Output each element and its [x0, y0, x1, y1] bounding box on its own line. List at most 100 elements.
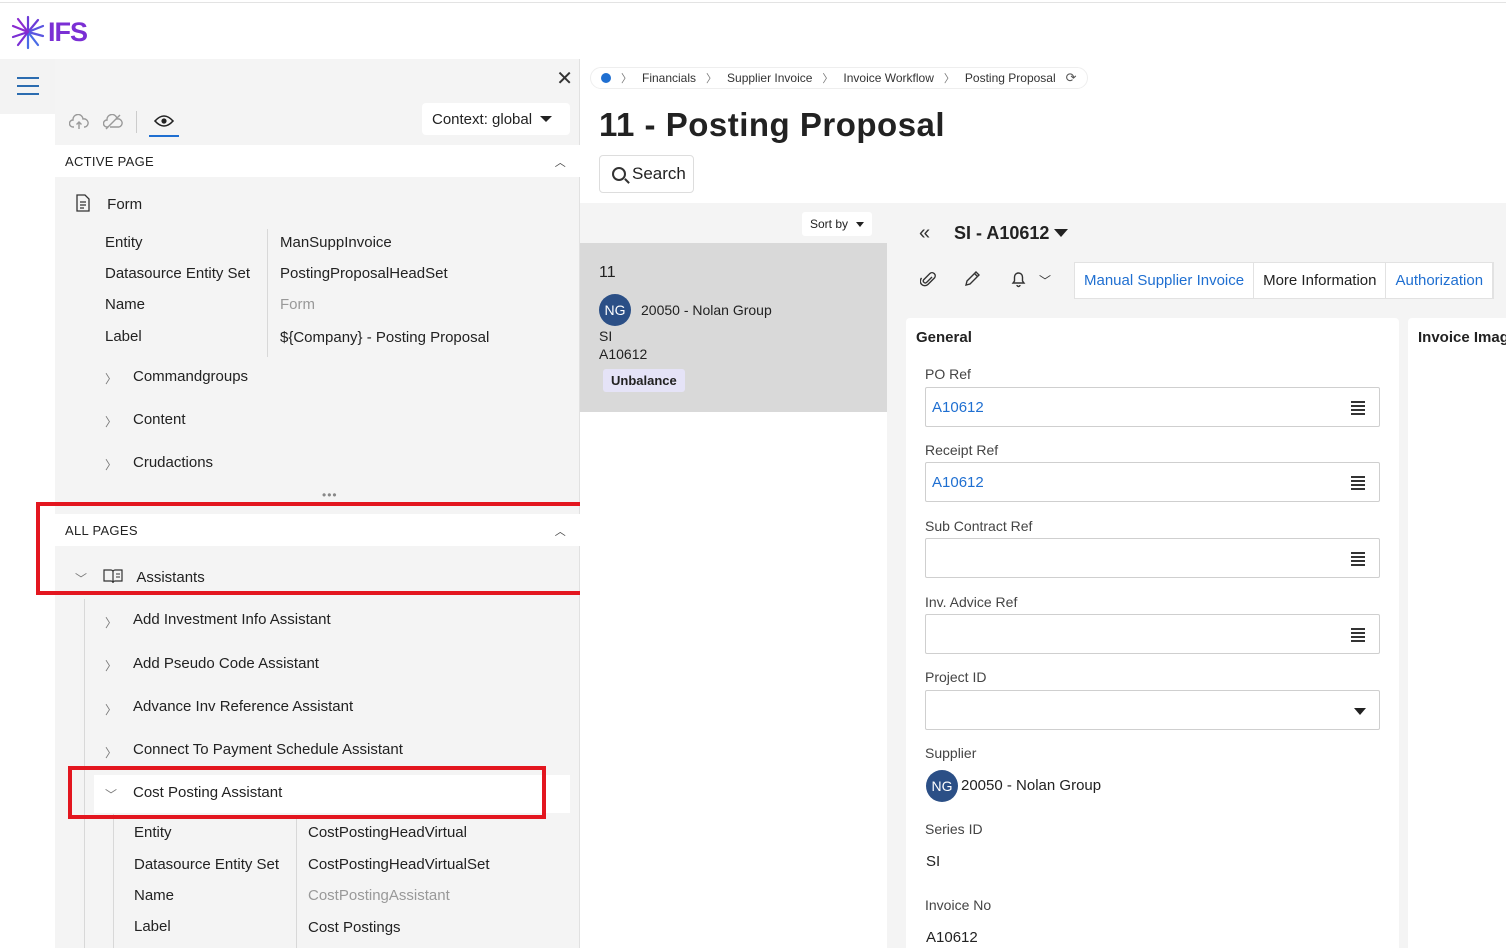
all-pages-header[interactable]: ALL PAGES ︿ [55, 514, 580, 546]
tab-bar: Manual Supplier Invoice More Information… [1074, 262, 1495, 299]
search-label: Search [632, 164, 686, 183]
assistants-label: Assistants [136, 568, 205, 586]
project-id-select[interactable] [925, 690, 1380, 730]
chevron-right-icon[interactable]: 〉 [105, 744, 117, 761]
tree-item-commandgroups[interactable]: Commandgroups [133, 368, 248, 385]
resize-handle-icon[interactable]: ••• [322, 488, 338, 502]
chevron-right-icon: 〉 [706, 73, 718, 85]
list-icon[interactable] [1351, 476, 1365, 492]
form-node[interactable]: Form [75, 194, 142, 216]
sub-contract-ref-field[interactable] [925, 538, 1380, 578]
context-dropdown[interactable]: Context: global [422, 103, 570, 135]
chevron-right-icon[interactable]: 〉 [105, 456, 117, 473]
invoice-no-label: Invoice No [925, 897, 992, 913]
hamburger-menu-icon[interactable] [17, 77, 39, 95]
tree-item-assistant[interactable]: Connect To Payment Schedule Assistant [133, 741, 403, 758]
card-invoice: A10612 [599, 346, 648, 362]
ifs-logo[interactable]: IFS [10, 14, 88, 50]
chevron-right-icon[interactable]: 〉 [105, 413, 117, 430]
pencil-icon[interactable] [964, 270, 981, 292]
card-series: SI [599, 328, 613, 344]
panel-toolbar [68, 107, 179, 137]
chevron-down-icon[interactable]: ﹀ [1039, 272, 1051, 289]
list-icon[interactable] [1351, 401, 1365, 417]
prop-label: Label [134, 918, 171, 935]
inv-advice-ref-field[interactable] [925, 614, 1380, 654]
chevron-right-icon[interactable]: 〉 [105, 614, 117, 631]
breadcrumb-item[interactable]: Financials [642, 71, 696, 85]
tree-item-assistants[interactable]: Assistants [103, 568, 205, 588]
search-button[interactable]: Search [599, 155, 694, 193]
close-icon[interactable]: ✕ [556, 66, 573, 91]
record-card[interactable]: 11 NG 20050 - Nolan Group SI A10612 Unba… [580, 243, 887, 412]
tab-authorization[interactable]: Authorization [1386, 263, 1494, 298]
breadcrumb-item: Posting Proposal [964, 71, 1056, 85]
prop-label: Entity [105, 234, 143, 251]
supplier-value[interactable]: 20050 - Nolan Group [961, 777, 1101, 794]
active-page-title: ACTIVE PAGE [65, 153, 155, 169]
caret-down-icon[interactable] [1354, 708, 1366, 715]
receipt-ref-label: Receipt Ref [925, 442, 999, 458]
tree-item-content[interactable]: Content [133, 411, 186, 428]
supplier-label: Supplier [925, 745, 977, 761]
prop-value: CostPostingHeadVirtualSet [308, 856, 490, 873]
eye-icon[interactable] [149, 107, 179, 137]
prop-value: ${Company} - Posting Proposal [280, 329, 490, 346]
receipt-ref-value[interactable]: A10612 [932, 474, 984, 491]
sub-contract-ref-label: Sub Contract Ref [925, 518, 1033, 534]
chevron-right-icon[interactable]: 〉 [105, 701, 117, 718]
tree-guide-line [113, 814, 114, 948]
prop-label: Name [134, 887, 175, 904]
breadcrumb: 〉 Financials 〉 Supplier Invoice 〉 Invoic… [590, 67, 1088, 89]
list-icon[interactable] [1351, 628, 1365, 644]
caret-down-icon [856, 221, 865, 227]
search-icon [612, 167, 626, 181]
prop-value: CostPostingAssistant [308, 887, 450, 904]
tree-item-cost-posting-assistant[interactable]: Cost Posting Assistant [133, 784, 282, 801]
all-pages-title: ALL PAGES [65, 522, 138, 538]
page-designer-panel: ✕ Context: global ACTIVE PAGE ︿ Form Ent… [55, 59, 580, 948]
tree-guide-line [84, 599, 85, 948]
card-id: 11 [599, 264, 616, 281]
cloud-off-icon[interactable] [102, 111, 124, 133]
bell-icon[interactable] [1010, 270, 1027, 293]
chevron-down-icon[interactable]: ﹀ [75, 570, 87, 587]
tree-item-assistant[interactable]: Advance Inv Reference Assistant [133, 698, 353, 715]
chevron-up-icon[interactable]: ︿ [555, 154, 566, 170]
page-title: 11 - Posting Proposal [599, 106, 946, 143]
caret-down-icon[interactable] [1054, 229, 1068, 237]
card-supplier: 20050 - Nolan Group [641, 302, 772, 318]
refresh-icon[interactable]: ⟳ [1066, 70, 1077, 86]
prop-label: Datasource Entity Set [105, 265, 251, 282]
record-title[interactable]: SI - A10612 [954, 223, 1049, 244]
logo-text: IFS [48, 16, 88, 47]
chevron-right-icon[interactable]: 〉 [105, 370, 117, 387]
sort-by-dropdown[interactable]: Sort by [802, 212, 873, 236]
inv-advice-ref-label: Inv. Advice Ref [925, 594, 1018, 610]
chevron-down-icon[interactable]: ﹀ [105, 786, 117, 803]
tree-item-crudactions[interactable]: Crudactions [133, 454, 213, 471]
active-page-header[interactable]: ACTIVE PAGE ︿ [55, 145, 580, 177]
list-icon[interactable] [1351, 552, 1365, 568]
chevron-right-icon[interactable]: 〉 [105, 657, 117, 674]
double-chevron-left-icon[interactable]: « [919, 222, 930, 245]
tree-item-assistant[interactable]: Add Pseudo Code Assistant [133, 655, 319, 672]
project-id-label: Project ID [925, 669, 987, 685]
chevron-up-icon[interactable]: ︿ [555, 523, 566, 539]
home-dot-icon[interactable] [601, 73, 611, 83]
prop-value: PostingProposalHeadSet [280, 265, 448, 282]
breadcrumb-item[interactable]: Invoice Workflow [843, 71, 933, 85]
tree-item-assistant[interactable]: Add Investment Info Assistant [133, 611, 331, 628]
paperclip-icon[interactable] [919, 270, 936, 293]
breadcrumb-item[interactable]: Supplier Invoice [727, 71, 812, 85]
cloud-upload-icon[interactable] [68, 111, 90, 133]
po-ref-value[interactable]: A10612 [932, 399, 984, 416]
chevron-right-icon: 〉 [943, 73, 955, 85]
prop-value: Form [280, 296, 315, 313]
receipt-ref-field[interactable]: A10612 [925, 462, 1380, 502]
po-ref-label: PO Ref [925, 366, 971, 382]
tab-manual-supplier-invoice[interactable]: Manual Supplier Invoice [1075, 263, 1255, 298]
tab-more-information[interactable]: More Information [1254, 263, 1387, 298]
form-node-label: Form [107, 195, 143, 213]
po-ref-field[interactable]: A10612 [925, 387, 1380, 427]
